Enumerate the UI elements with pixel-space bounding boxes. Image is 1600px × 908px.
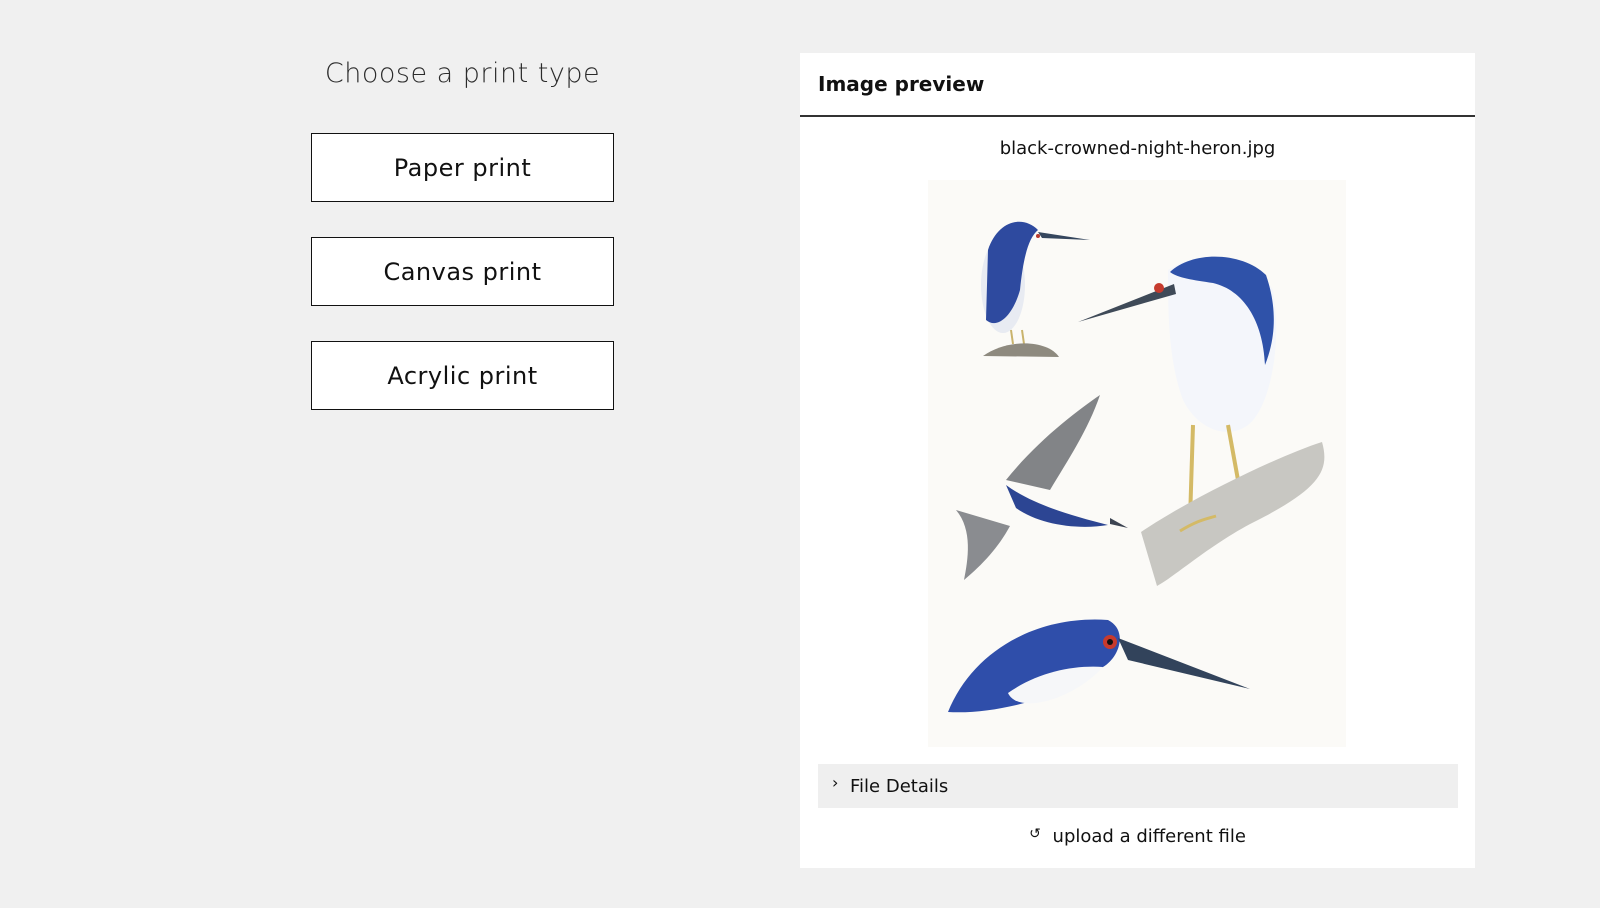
file-name: black-crowned-night-heron.jpg [999,138,1276,159]
flying-heron [956,395,1128,580]
image-preview-panel: Image preview black-crowned-night-heron.… [800,53,1475,868]
print-type-title: Choose a print type [324,58,601,89]
paper-print-button[interactable]: Paper print [311,133,614,202]
refresh-icon: ↺ [1029,826,1041,842]
heron-head-closeup [948,619,1250,713]
acrylic-print-button[interactable]: Acrylic print [311,341,614,410]
image-preview [928,180,1346,747]
file-details-toggle[interactable]: › File Details [818,764,1458,808]
canvas-print-button[interactable]: Canvas print [311,237,614,306]
small-heron [981,221,1090,357]
image-preview-header: Image preview [800,53,1475,117]
chevron-right-icon: › [832,773,839,792]
upload-link-label: upload a different file [1052,826,1246,847]
large-heron [1078,256,1325,586]
upload-different-file-link[interactable]: ↺ upload a different file [800,826,1475,847]
print-type-section: Choose a print type Paper print Canvas p… [311,52,614,410]
heron-illustration [948,221,1325,713]
file-details-label: File Details [850,775,949,797]
